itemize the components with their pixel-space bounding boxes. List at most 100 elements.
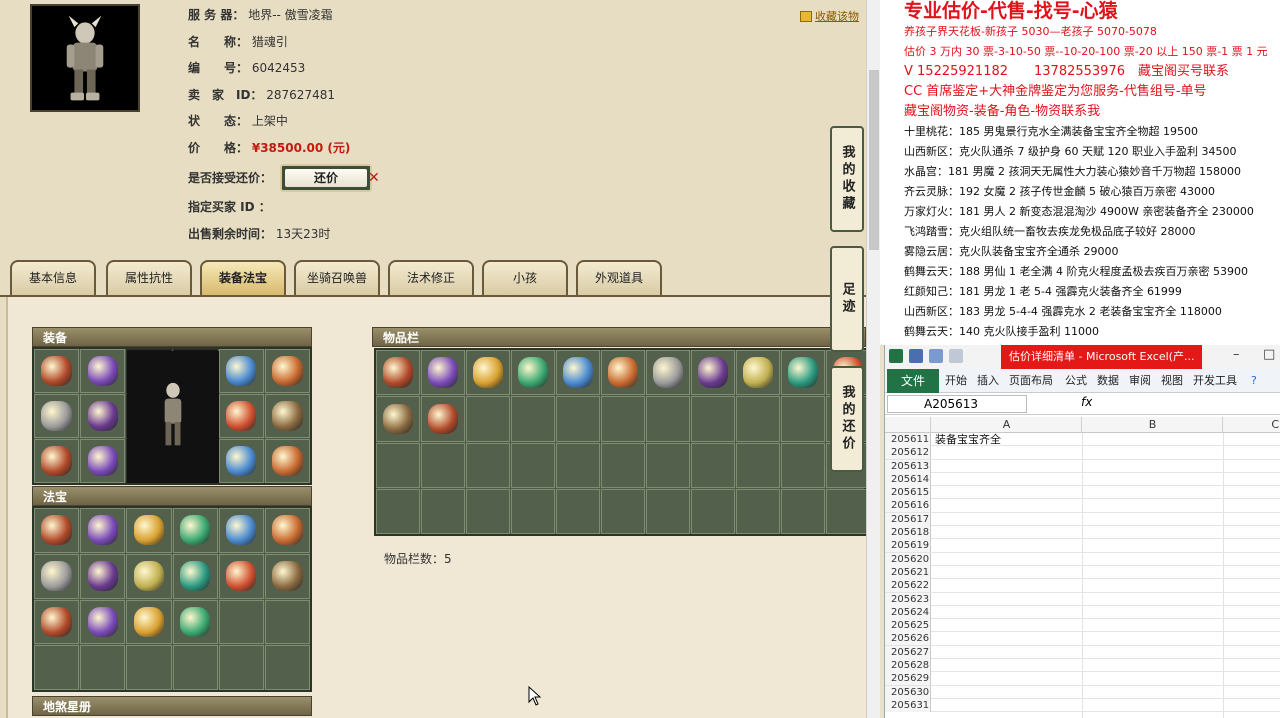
select-all-corner[interactable] bbox=[885, 417, 931, 433]
item-slot[interactable] bbox=[218, 553, 264, 599]
fx-icon[interactable]: fx bbox=[1081, 395, 1092, 409]
page-scrollbar[interactable] bbox=[866, 0, 880, 718]
item-slot[interactable] bbox=[126, 553, 172, 599]
tab-basic-info[interactable]: 基本信息 bbox=[10, 260, 96, 296]
tab-spell-modify[interactable]: 法术修正 bbox=[388, 260, 474, 296]
server-row: 服 务 器： 地界-- 傲雪凌霜 bbox=[188, 5, 333, 25]
item-slot[interactable] bbox=[218, 508, 264, 553]
scrollbar-thumb[interactable] bbox=[869, 70, 879, 250]
row-number[interactable]: 205624 bbox=[885, 605, 931, 619]
my-bargain-tab[interactable]: 我的还价 bbox=[830, 366, 864, 472]
ribbon-tab-data[interactable]: 数据 bbox=[1097, 369, 1119, 393]
item-slot[interactable] bbox=[646, 350, 690, 396]
minimize-icon[interactable]: – bbox=[1233, 347, 1240, 362]
item-slot[interactable] bbox=[34, 439, 80, 483]
column-b-header[interactable]: B bbox=[1083, 417, 1223, 433]
ribbon-tab-page-layout[interactable]: 页面布局 bbox=[1009, 369, 1053, 393]
row-number[interactable]: 205612 bbox=[885, 446, 931, 460]
item-slot[interactable] bbox=[80, 439, 126, 483]
item-slot[interactable] bbox=[264, 553, 310, 599]
file-tab[interactable]: 文件 bbox=[887, 369, 939, 393]
item-slot[interactable] bbox=[264, 508, 310, 553]
item-slot[interactable] bbox=[172, 508, 218, 553]
ribbon-tab-formulas[interactable]: 公式 bbox=[1065, 369, 1087, 393]
my-favorites-tab[interactable]: 我的收藏 bbox=[830, 126, 864, 232]
item-slot[interactable] bbox=[781, 350, 825, 396]
favorite-link[interactable]: 收藏该物 bbox=[800, 8, 859, 24]
undo-icon[interactable] bbox=[929, 349, 943, 363]
item-slot[interactable] bbox=[80, 508, 126, 553]
tab-child[interactable]: 小孩 bbox=[482, 260, 568, 296]
item-slot[interactable] bbox=[736, 350, 780, 396]
row-number[interactable]: 205626 bbox=[885, 632, 931, 646]
item-slot[interactable] bbox=[556, 350, 600, 396]
item-slot[interactable] bbox=[80, 349, 126, 393]
row-number[interactable]: 205630 bbox=[885, 685, 931, 699]
row-number[interactable]: 205622 bbox=[885, 579, 931, 593]
item-slot[interactable] bbox=[172, 553, 218, 599]
item-slot[interactable] bbox=[466, 350, 510, 396]
item-slot[interactable] bbox=[172, 599, 218, 645]
save-icon[interactable] bbox=[909, 349, 923, 363]
item-slot[interactable] bbox=[421, 396, 465, 442]
item-slot[interactable] bbox=[421, 350, 465, 396]
item-slot[interactable] bbox=[34, 508, 80, 553]
footprint-tab[interactable]: 足迹 bbox=[830, 246, 864, 352]
name-box[interactable]: A205613 bbox=[887, 395, 1027, 413]
row-number[interactable]: 205611 bbox=[885, 433, 931, 446]
row-number[interactable]: 205628 bbox=[885, 659, 931, 673]
row-number[interactable]: 205619 bbox=[885, 539, 931, 553]
item-slot[interactable] bbox=[376, 350, 420, 396]
item-slot[interactable] bbox=[34, 394, 80, 438]
ribbon-tab-view[interactable]: 视图 bbox=[1161, 369, 1183, 393]
help-icon[interactable]: ? bbox=[1251, 369, 1257, 393]
row-number[interactable]: 205631 bbox=[885, 698, 931, 712]
item-slot[interactable] bbox=[34, 553, 80, 599]
item-slot[interactable] bbox=[80, 599, 126, 645]
ribbon-tab-developer[interactable]: 开发工具 bbox=[1193, 369, 1237, 393]
row-number[interactable]: 205614 bbox=[885, 472, 931, 486]
tab-attributes[interactable]: 属性抗性 bbox=[106, 260, 192, 296]
item-slot[interactable] bbox=[691, 350, 735, 396]
row-number[interactable]: 205613 bbox=[885, 459, 931, 473]
row-number[interactable]: 205627 bbox=[885, 645, 931, 659]
item-slot[interactable] bbox=[80, 553, 126, 599]
row-number[interactable]: 205617 bbox=[885, 512, 931, 526]
item-slot bbox=[556, 442, 600, 488]
row-number[interactable]: 205625 bbox=[885, 619, 931, 633]
item-slot[interactable] bbox=[264, 349, 310, 393]
item-slot[interactable] bbox=[34, 349, 80, 393]
maximize-icon[interactable]: □ bbox=[1263, 347, 1275, 362]
bargain-button[interactable]: 还价 bbox=[280, 164, 372, 192]
item-slot[interactable] bbox=[601, 350, 645, 396]
row-number[interactable]: 205618 bbox=[885, 526, 931, 540]
item-slot[interactable] bbox=[511, 350, 555, 396]
item-slot[interactable] bbox=[218, 349, 264, 393]
row-number[interactable]: 205616 bbox=[885, 499, 931, 513]
row-number[interactable]: 205621 bbox=[885, 565, 931, 579]
column-a-header[interactable]: A bbox=[932, 417, 1082, 433]
redo-icon[interactable] bbox=[949, 349, 963, 363]
ribbon-tab-insert[interactable]: 插入 bbox=[977, 369, 999, 393]
item-slot[interactable] bbox=[34, 599, 80, 645]
item-slot[interactable] bbox=[126, 599, 172, 645]
row-number[interactable]: 205629 bbox=[885, 672, 931, 686]
ribbon-tab-home[interactable]: 开始 bbox=[945, 369, 967, 393]
item-slot[interactable] bbox=[218, 394, 264, 438]
tab-mounts-summons[interactable]: 坐骑召唤兽 bbox=[294, 260, 380, 296]
item-slot[interactable] bbox=[264, 394, 310, 438]
item-slot[interactable] bbox=[376, 396, 420, 442]
cell-a[interactable]: 装备宝宝齐全 bbox=[935, 433, 1001, 446]
item-slot[interactable] bbox=[264, 439, 310, 483]
column-c-header[interactable]: C bbox=[1224, 417, 1280, 433]
item-slot[interactable] bbox=[126, 508, 172, 553]
row-number[interactable]: 205623 bbox=[885, 592, 931, 606]
item-slot[interactable] bbox=[80, 394, 126, 438]
tab-appearance[interactable]: 外观道具 bbox=[576, 260, 662, 296]
row-number[interactable]: 205620 bbox=[885, 552, 931, 566]
tab-equipment[interactable]: 装备法宝 bbox=[200, 260, 286, 296]
close-icon[interactable]: ✕ bbox=[368, 170, 380, 186]
ribbon-tab-review[interactable]: 审阅 bbox=[1129, 369, 1151, 393]
row-number[interactable]: 205615 bbox=[885, 486, 931, 500]
item-slot[interactable] bbox=[218, 439, 264, 483]
